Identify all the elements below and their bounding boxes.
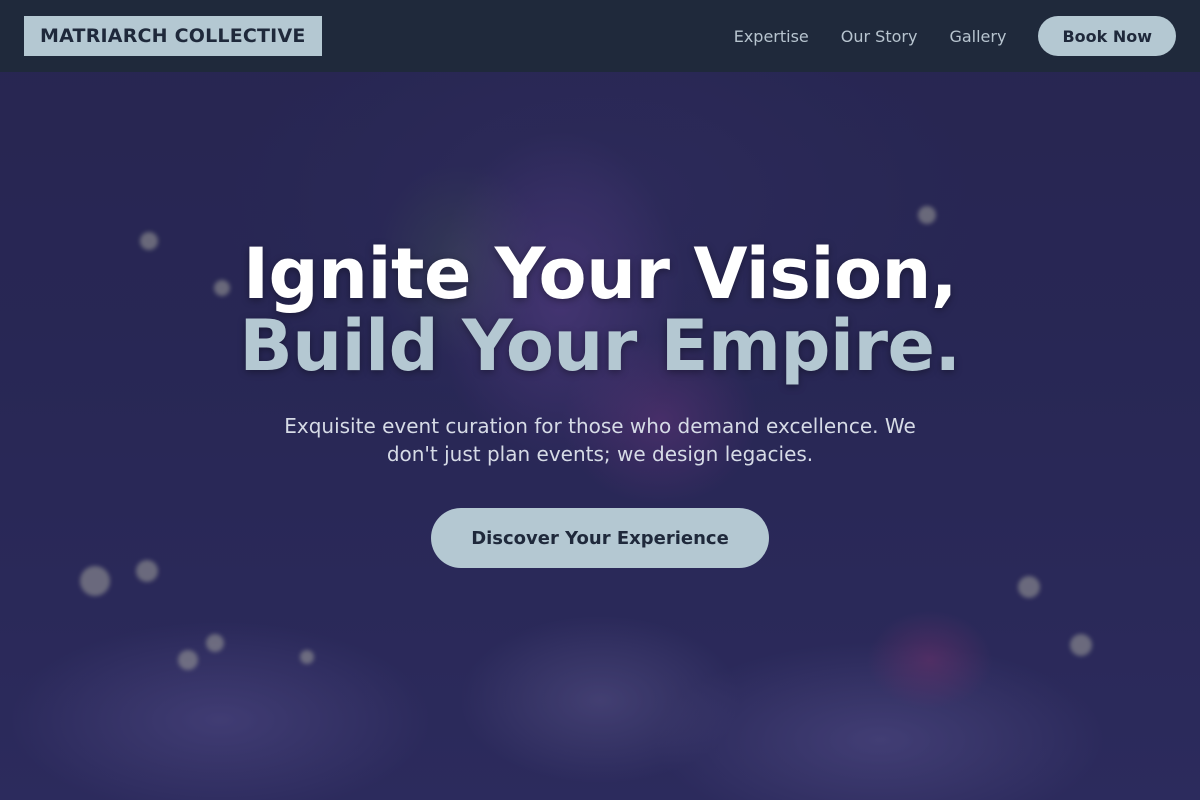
nav-link-our-story[interactable]: Our Story: [841, 27, 918, 46]
book-now-button[interactable]: Book Now: [1038, 16, 1176, 56]
discover-experience-button[interactable]: Discover Your Experience: [431, 508, 769, 568]
site-header: MATRIARCH COLLECTIVE Expertise Our Story…: [0, 0, 1200, 72]
brand-logo[interactable]: MATRIARCH COLLECTIVE: [24, 16, 322, 56]
hero-headline: Ignite Your Vision, Build Your Empire.: [239, 233, 961, 387]
hero-section: Ignite Your Vision, Build Your Empire. E…: [0, 72, 1200, 800]
hero-headline-line2: Build Your Empire.: [239, 305, 961, 387]
nav-link-expertise[interactable]: Expertise: [734, 27, 809, 46]
nav-link-gallery[interactable]: Gallery: [949, 27, 1006, 46]
main-nav: Expertise Our Story Gallery Book Now: [734, 16, 1176, 56]
hero-headline-line1: Ignite Your Vision,: [243, 233, 957, 315]
hero-subtitle: Exquisite event curation for those who d…: [284, 414, 916, 466]
